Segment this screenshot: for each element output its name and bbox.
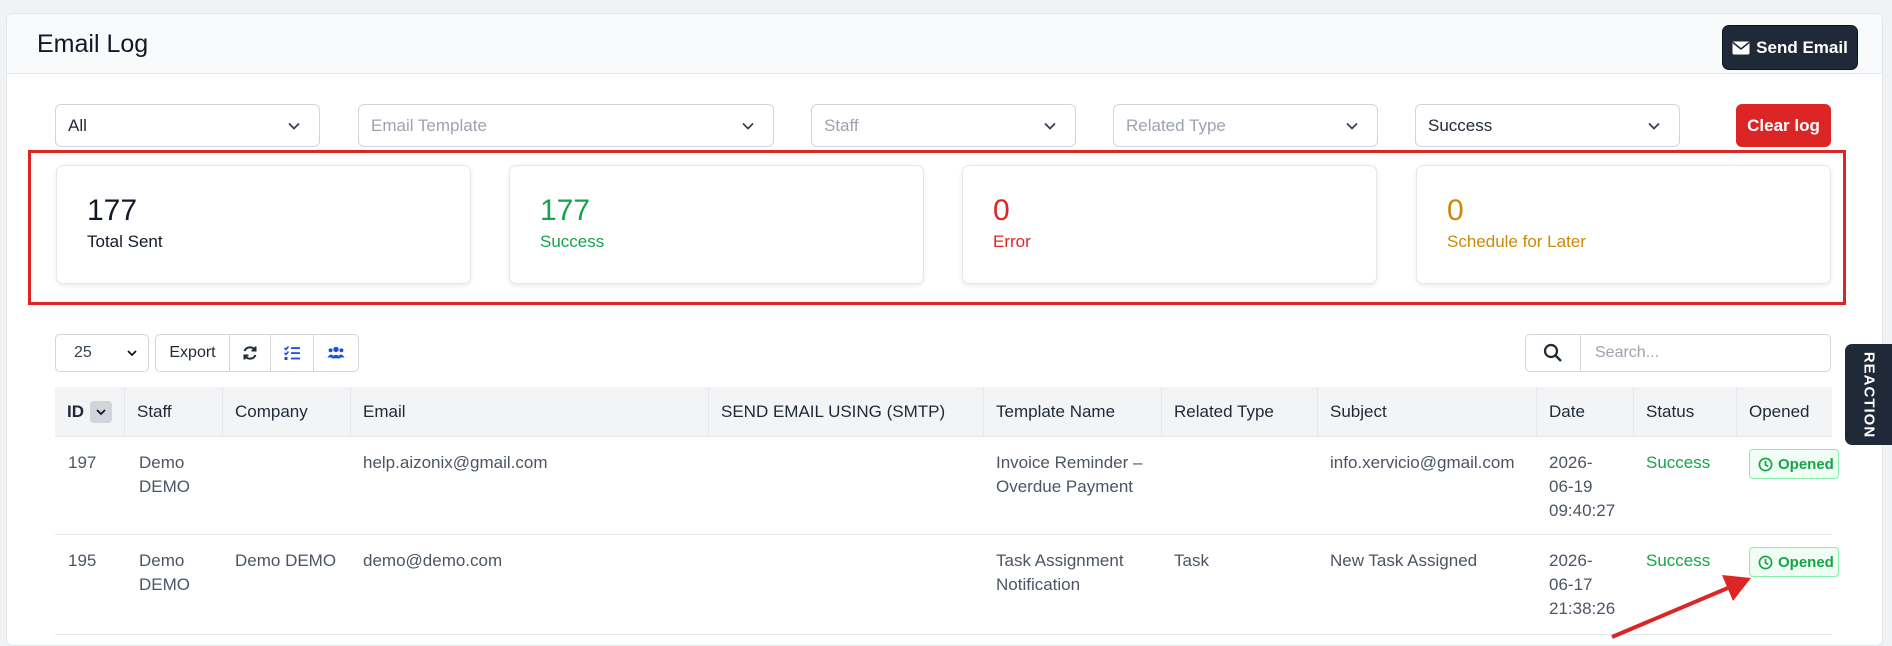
cell-template-name: Task Assignment Notification — [996, 551, 1124, 594]
stat-label: Total Sent — [87, 232, 163, 251]
opened-label: Opened — [1778, 553, 1834, 571]
envelope-icon — [1732, 41, 1750, 54]
cell-date: 2026- 06-17 21:38:26 — [1549, 551, 1616, 618]
chevron-down-icon — [1044, 122, 1056, 130]
search-input[interactable]: Search... — [1580, 334, 1831, 372]
column-label: ID — [67, 402, 84, 421]
clock-icon — [1758, 555, 1773, 569]
chevron-down-icon — [127, 350, 137, 357]
page-title: Email Log — [37, 30, 149, 58]
cell-subject: info.xervicio@gmail.com — [1330, 453, 1515, 472]
table-actions-group: Export — [155, 334, 359, 372]
clock-icon — [1758, 457, 1773, 471]
export-button[interactable]: Export — [156, 335, 230, 371]
filter-staff-placeholder: Staff — [824, 115, 859, 135]
filter-related-type-select[interactable]: Related Type — [1113, 104, 1378, 147]
send-email-label: Send Email — [1756, 37, 1848, 57]
chevron-down-icon — [742, 122, 754, 130]
cell-status: Success — [1646, 551, 1711, 570]
filter-status-value: All — [68, 115, 87, 135]
cell-staff: Demo DEMO — [139, 453, 190, 496]
stat-label: Success — [540, 232, 605, 251]
stat-label: Schedule for Later — [1447, 232, 1586, 251]
cell-related-type: Task — [1174, 551, 1209, 570]
send-email-button[interactable]: Send Email — [1723, 26, 1857, 69]
page-length-select[interactable]: 25 — [55, 334, 149, 372]
column-header-email[interactable]: Email — [350, 387, 708, 437]
column-header-smtp[interactable]: SEND EMAIL USING (SMTP) — [708, 387, 983, 437]
column-header-related-type[interactable]: Related Type — [1161, 387, 1317, 437]
table-header: ID Staff Company Email SEND EMAIL USING … — [55, 387, 1832, 437]
opened-badge[interactable]: Opened — [1749, 449, 1839, 479]
users-icon — [327, 346, 345, 359]
stat-card-error: 0 Error — [962, 165, 1377, 284]
stat-label: Error — [993, 232, 1031, 251]
cell-company: Demo DEMO — [235, 551, 337, 570]
cell-email: demo@demo.com — [363, 551, 503, 570]
cell-status: Success — [1646, 453, 1711, 472]
search-button[interactable] — [1525, 334, 1581, 372]
chevron-down-icon — [1648, 122, 1660, 130]
reaction-label: REACTION — [1860, 351, 1877, 438]
column-header-status[interactable]: Status — [1633, 387, 1736, 437]
chevron-down-icon — [288, 122, 300, 130]
search-icon — [1543, 343, 1562, 362]
stat-value: 0 — [1447, 194, 1464, 227]
filter-staff-select[interactable]: Staff — [811, 104, 1076, 147]
filter-result-value: Success — [1428, 115, 1493, 135]
reload-button[interactable] — [230, 335, 271, 371]
stat-card-success: 177 Success — [509, 165, 924, 284]
bulk-actions-button[interactable] — [271, 335, 314, 371]
opened-label: Opened — [1778, 455, 1834, 473]
filter-email-template-placeholder: Email Template — [371, 115, 487, 135]
clear-log-button[interactable]: Clear log — [1736, 104, 1831, 147]
stat-value: 0 — [993, 194, 1010, 227]
column-header-subject[interactable]: Subject — [1317, 387, 1536, 437]
column-header-id[interactable]: ID — [55, 387, 124, 437]
cell-date: 2026- 06-19 09:40:27 — [1549, 453, 1616, 520]
list-check-icon — [283, 345, 300, 360]
column-header-template-name[interactable]: Template Name — [983, 387, 1161, 437]
sort-desc-icon[interactable] — [90, 401, 112, 423]
cell-template-name: Invoice Reminder – Overdue Payment — [996, 453, 1143, 496]
filter-email-template-select[interactable]: Email Template — [358, 104, 774, 147]
card-header: Email Log Send Email — [7, 14, 1882, 74]
filter-status-select[interactable]: All — [55, 104, 320, 147]
opened-badge[interactable]: Opened — [1749, 547, 1839, 577]
refresh-icon — [243, 346, 257, 360]
stat-value: 177 — [87, 194, 138, 227]
table-row: 197 Demo DEMO help.aizonix@gmail.com Invo… — [55, 437, 1839, 535]
page-length-value: 25 — [74, 344, 92, 361]
table-row: 195 Demo DEMO Demo DEMO demo@demo.com Tas… — [55, 535, 1839, 635]
cell-email: help.aizonix@gmail.com — [363, 453, 548, 472]
column-header-staff[interactable]: Staff — [124, 387, 222, 437]
cell-subject: New Task Assigned — [1330, 551, 1478, 570]
staff-filter-button[interactable] — [314, 335, 358, 371]
column-header-company[interactable]: Company — [222, 387, 350, 437]
filter-result-select[interactable]: Success — [1415, 104, 1680, 147]
cell-id: 195 — [68, 551, 97, 570]
filter-related-type-placeholder: Related Type — [1126, 115, 1226, 135]
stat-card-schedule-later: 0 Schedule for Later — [1416, 165, 1831, 284]
column-header-opened[interactable]: Opened — [1736, 387, 1832, 437]
stat-card-total-sent: 177 Total Sent — [56, 165, 471, 284]
reaction-side-tab[interactable]: REACTION — [1845, 344, 1892, 445]
stat-value: 177 — [540, 194, 591, 227]
chevron-down-icon — [1346, 122, 1358, 130]
cell-id: 197 — [68, 453, 97, 472]
cell-staff: Demo DEMO — [139, 551, 190, 594]
column-header-date[interactable]: Date — [1536, 387, 1633, 437]
